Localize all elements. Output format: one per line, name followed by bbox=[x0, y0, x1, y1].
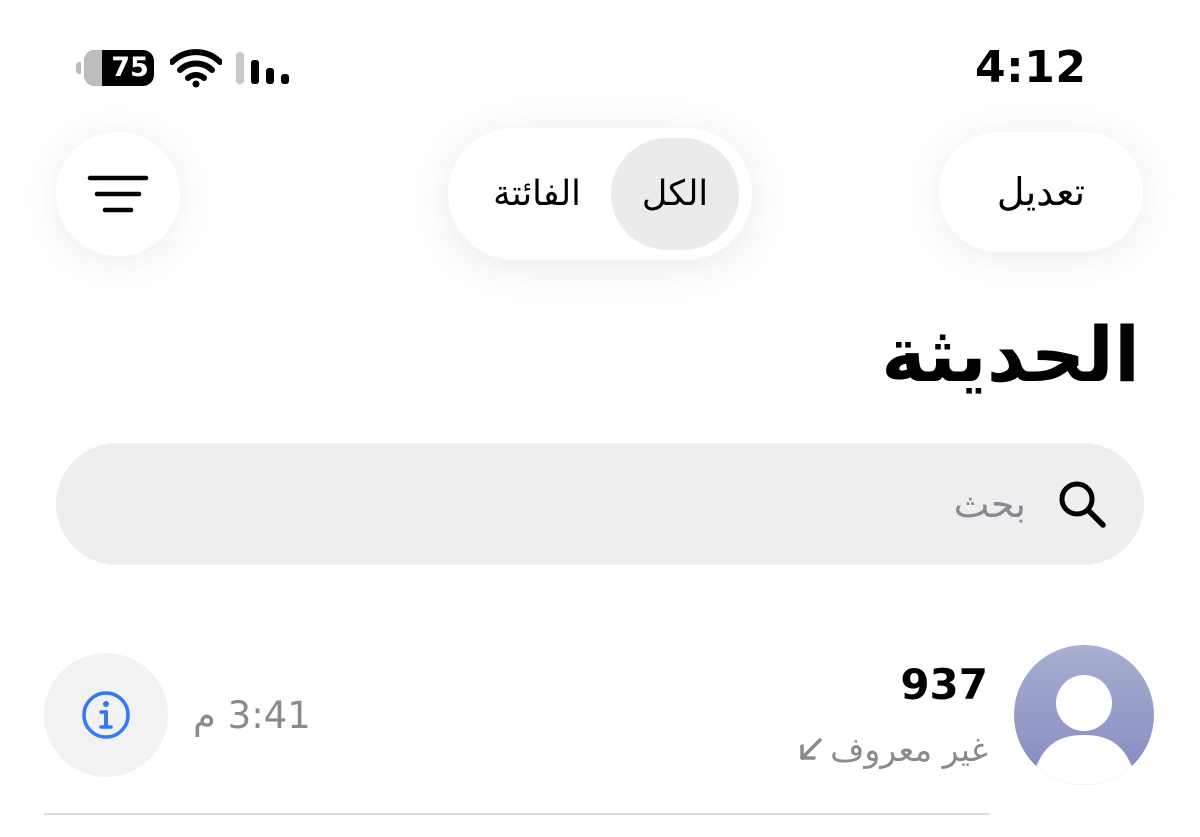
battery-empty-portion bbox=[84, 50, 102, 86]
search-placeholder: بحث bbox=[953, 482, 1026, 526]
search-icon bbox=[1059, 481, 1106, 528]
filter-button[interactable] bbox=[56, 132, 180, 256]
incoming-arrow-icon bbox=[800, 738, 822, 760]
segment-missed[interactable]: الفائتة bbox=[462, 128, 612, 260]
edit-button[interactable]: تعديل bbox=[939, 132, 1143, 252]
battery-cap bbox=[76, 62, 81, 74]
battery-body: 75 bbox=[84, 50, 154, 86]
battery-percent: 75 bbox=[111, 52, 149, 83]
person-avatar-icon bbox=[1036, 675, 1132, 785]
battery-indicator: 75 bbox=[76, 50, 158, 86]
segment-all[interactable]: الكل bbox=[611, 128, 739, 260]
call-subtitle: غير معروف bbox=[796, 722, 988, 778]
wifi-icon bbox=[170, 49, 222, 88]
caller-name[interactable]: 937 bbox=[900, 655, 988, 715]
info-icon bbox=[82, 691, 130, 739]
status-time: 4:12 bbox=[975, 42, 1087, 93]
caller-avatar[interactable] bbox=[1014, 645, 1154, 785]
row-divider bbox=[44, 813, 989, 815]
filter-lines-icon bbox=[87, 175, 149, 213]
cellular-signal-icon bbox=[236, 52, 289, 84]
page-title: الحديثة bbox=[881, 310, 1140, 399]
caller-type-label: غير معروف bbox=[830, 730, 988, 769]
calls-filter-segmented-control: الفائتة الكل bbox=[448, 128, 752, 260]
call-time: 3:41 م bbox=[193, 694, 311, 737]
call-info-button[interactable] bbox=[44, 653, 168, 777]
search-field[interactable]: بحث bbox=[56, 443, 1144, 565]
